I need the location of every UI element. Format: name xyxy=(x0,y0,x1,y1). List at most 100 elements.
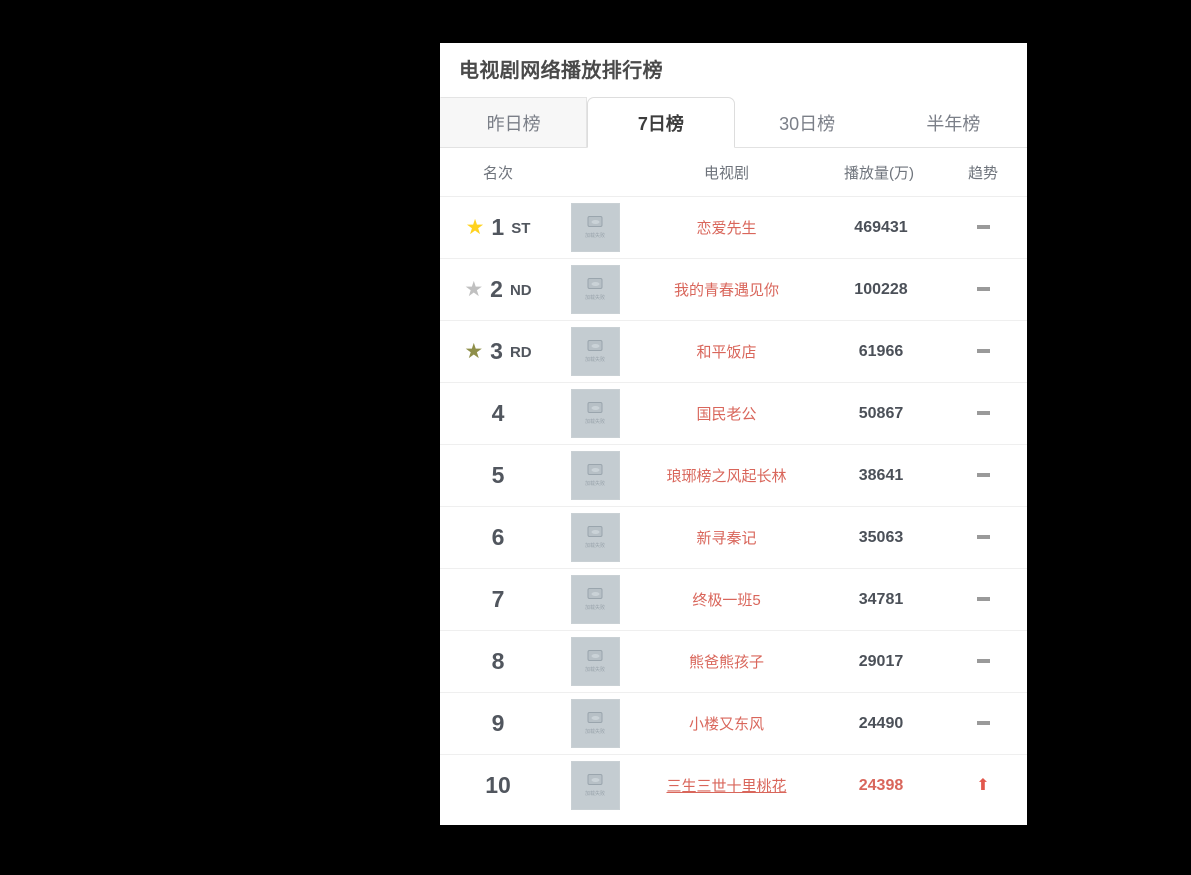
drama-title-cell: 恋爱先生 xyxy=(634,196,819,259)
drama-title-link[interactable]: 新寻秦记 xyxy=(696,530,756,547)
ranking-table-body: ★ 1st 加载失败 恋爱先生 469431 ★ 2nd 加载失败 我的青春遇见你 100228 ★… xyxy=(440,196,1027,817)
tab-3[interactable]: 半年榜 xyxy=(880,97,1027,147)
broken-image-icon[interactable]: 加载失败 xyxy=(570,203,620,252)
tab-label: 半年榜 xyxy=(926,113,981,134)
table-row[interactable]: 5 加载失败 琅琊榜之风起长林 38641 xyxy=(440,444,1027,507)
table-row[interactable]: 10 加载失败 三生三世十里桃花 24398 ⬆ xyxy=(440,755,1027,817)
table-row[interactable]: 4 加载失败 国民老公 50867 xyxy=(440,382,1027,445)
image-glyph-icon xyxy=(587,526,603,537)
table-row[interactable]: ★ 3 rd 加载失败 和平饭店 61966 xyxy=(440,320,1027,383)
trend-flat-icon xyxy=(976,411,990,416)
play-count: 61966 xyxy=(819,320,939,383)
image-glyph-icon xyxy=(587,712,603,723)
column-header-trend: 趋势 xyxy=(939,148,1027,197)
image-glyph-icon xyxy=(587,650,603,661)
drama-title-cell: 三生三世十里桃花 xyxy=(634,755,819,817)
play-count: 35063 xyxy=(819,506,939,569)
thumbnail-alt-text: 加载失败 xyxy=(584,357,605,363)
thumbnail-alt-text: 加载失败 xyxy=(584,667,605,673)
drama-title-cell: 熊爸熊孩子 xyxy=(634,630,819,693)
image-glyph-icon xyxy=(587,464,603,475)
trend-flat-icon xyxy=(976,287,990,292)
play-count: 50867 xyxy=(819,382,939,445)
table-row[interactable]: 7 加载失败 终极一班5 34781 xyxy=(440,568,1027,631)
image-glyph-icon xyxy=(587,774,603,786)
rank-number: 2 xyxy=(490,276,503,302)
drama-title-cell: 小楼又东风 xyxy=(634,692,819,755)
rank-number: 9 xyxy=(491,710,505,736)
star-icon: ★ xyxy=(464,278,484,301)
thumbnail-cell: 加载失败 xyxy=(556,630,634,693)
table-row[interactable]: ★ 2 nd 加载失败 我的青春遇见你 100228 xyxy=(440,258,1027,321)
broken-image-icon[interactable]: 加载失败 xyxy=(570,513,620,562)
table-row[interactable]: ★ 1 st 加载失败 恋爱先生 469431 xyxy=(440,196,1027,259)
rank-cell: 8 xyxy=(440,630,556,693)
rank-number: 5 xyxy=(491,462,505,488)
table-row[interactable]: 9 加载失败 小楼又东风 24490 xyxy=(440,692,1027,755)
play-count: 100228 xyxy=(819,258,939,321)
star-icon: ★ xyxy=(465,216,485,239)
trend-cell xyxy=(939,444,1027,507)
drama-title-link[interactable]: 终极一班5 xyxy=(692,592,760,609)
drama-title-link[interactable]: 我的青春遇见你 xyxy=(674,282,779,299)
trend-flat-icon xyxy=(976,597,990,602)
rank-number: 8 xyxy=(491,648,505,674)
tab-label: 30日榜 xyxy=(779,113,836,134)
image-glyph-icon xyxy=(587,278,603,289)
rank-cell: ★ 1 st xyxy=(440,196,556,259)
broken-image-icon[interactable]: 加载失败 xyxy=(570,389,620,438)
thumbnail-alt-text: 加载失败 xyxy=(584,729,605,735)
thumbnail-alt-text: 加载失败 xyxy=(584,605,605,611)
broken-image-icon[interactable]: 加载失败 xyxy=(570,761,620,811)
table-row[interactable]: 8 加载失败 熊爸熊孩子 29017 xyxy=(440,630,1027,693)
play-count: 29017 xyxy=(819,630,939,693)
rank-suffix: st xyxy=(511,220,531,237)
rank-number: 3 xyxy=(490,338,503,364)
trend-cell xyxy=(939,320,1027,383)
tab-1[interactable]: 7日榜 xyxy=(587,97,735,148)
thumbnail-alt-text: 加载失败 xyxy=(584,543,605,549)
trend-cell xyxy=(939,258,1027,321)
drama-title-link[interactable]: 三生三世十里桃花 xyxy=(666,778,786,795)
drama-title-link[interactable]: 小楼又东风 xyxy=(689,716,764,733)
broken-image-icon[interactable]: 加载失败 xyxy=(570,327,620,376)
trend-flat-icon xyxy=(976,349,990,354)
table-row[interactable]: 6 加载失败 新寻秦记 35063 xyxy=(440,506,1027,569)
thumbnail-cell: 加载失败 xyxy=(556,755,634,817)
thumbnail-alt-text: 加载失败 xyxy=(584,419,605,425)
drama-title-link[interactable]: 琅琊榜之风起长林 xyxy=(666,468,786,485)
trend-flat-icon xyxy=(976,473,990,478)
drama-title-link[interactable]: 和平饭店 xyxy=(696,344,756,361)
tab-2[interactable]: 30日榜 xyxy=(734,97,881,147)
page-title: 电视剧网络播放排行榜 xyxy=(459,60,663,82)
broken-image-icon[interactable]: 加载失败 xyxy=(570,265,620,314)
tab-bar: 昨日榜 7日榜 30日榜 半年榜 xyxy=(440,97,1027,148)
tab-0[interactable]: 昨日榜 xyxy=(440,97,588,147)
broken-image-icon[interactable]: 加载失败 xyxy=(570,451,620,500)
thumbnail-alt-text: 加载失败 xyxy=(584,791,605,798)
star-icon: ★ xyxy=(464,340,484,363)
broken-image-icon[interactable]: 加载失败 xyxy=(570,575,620,624)
trend-up-icon: ⬆ xyxy=(976,776,990,794)
thumbnail-cell: 加载失败 xyxy=(556,382,634,445)
rank-number: 6 xyxy=(491,524,505,550)
broken-image-icon[interactable]: 加载失败 xyxy=(570,699,620,748)
trend-cell xyxy=(939,630,1027,693)
image-glyph-icon xyxy=(587,588,603,599)
drama-title-link[interactable]: 熊爸熊孩子 xyxy=(689,654,764,671)
page-background: 电视剧网络播放排行榜 昨日榜 7日榜 30日榜 半年榜 名次 电视剧 播放量(万) 趋… xyxy=(0,0,1191,875)
column-header-plays: 播放量(万) xyxy=(819,148,939,197)
drama-title-link[interactable]: 恋爱先生 xyxy=(696,220,756,237)
thumbnail-cell: 加载失败 xyxy=(556,258,634,321)
play-count: 34781 xyxy=(819,568,939,631)
drama-title-link[interactable]: 国民老公 xyxy=(696,406,756,423)
trend-cell: ⬆ xyxy=(939,755,1027,817)
broken-image-icon[interactable]: 加载失败 xyxy=(570,637,620,686)
thumbnail-cell: 加载失败 xyxy=(556,320,634,383)
thumbnail-cell: 加载失败 xyxy=(556,568,634,631)
drama-title-cell: 琅琊榜之风起长林 xyxy=(634,444,819,507)
rank-cell: 10 xyxy=(440,755,556,817)
tab-label: 昨日榜 xyxy=(486,113,541,134)
thumbnail-cell: 加载失败 xyxy=(556,692,634,755)
rank-cell: ★ 3 rd xyxy=(440,320,556,383)
